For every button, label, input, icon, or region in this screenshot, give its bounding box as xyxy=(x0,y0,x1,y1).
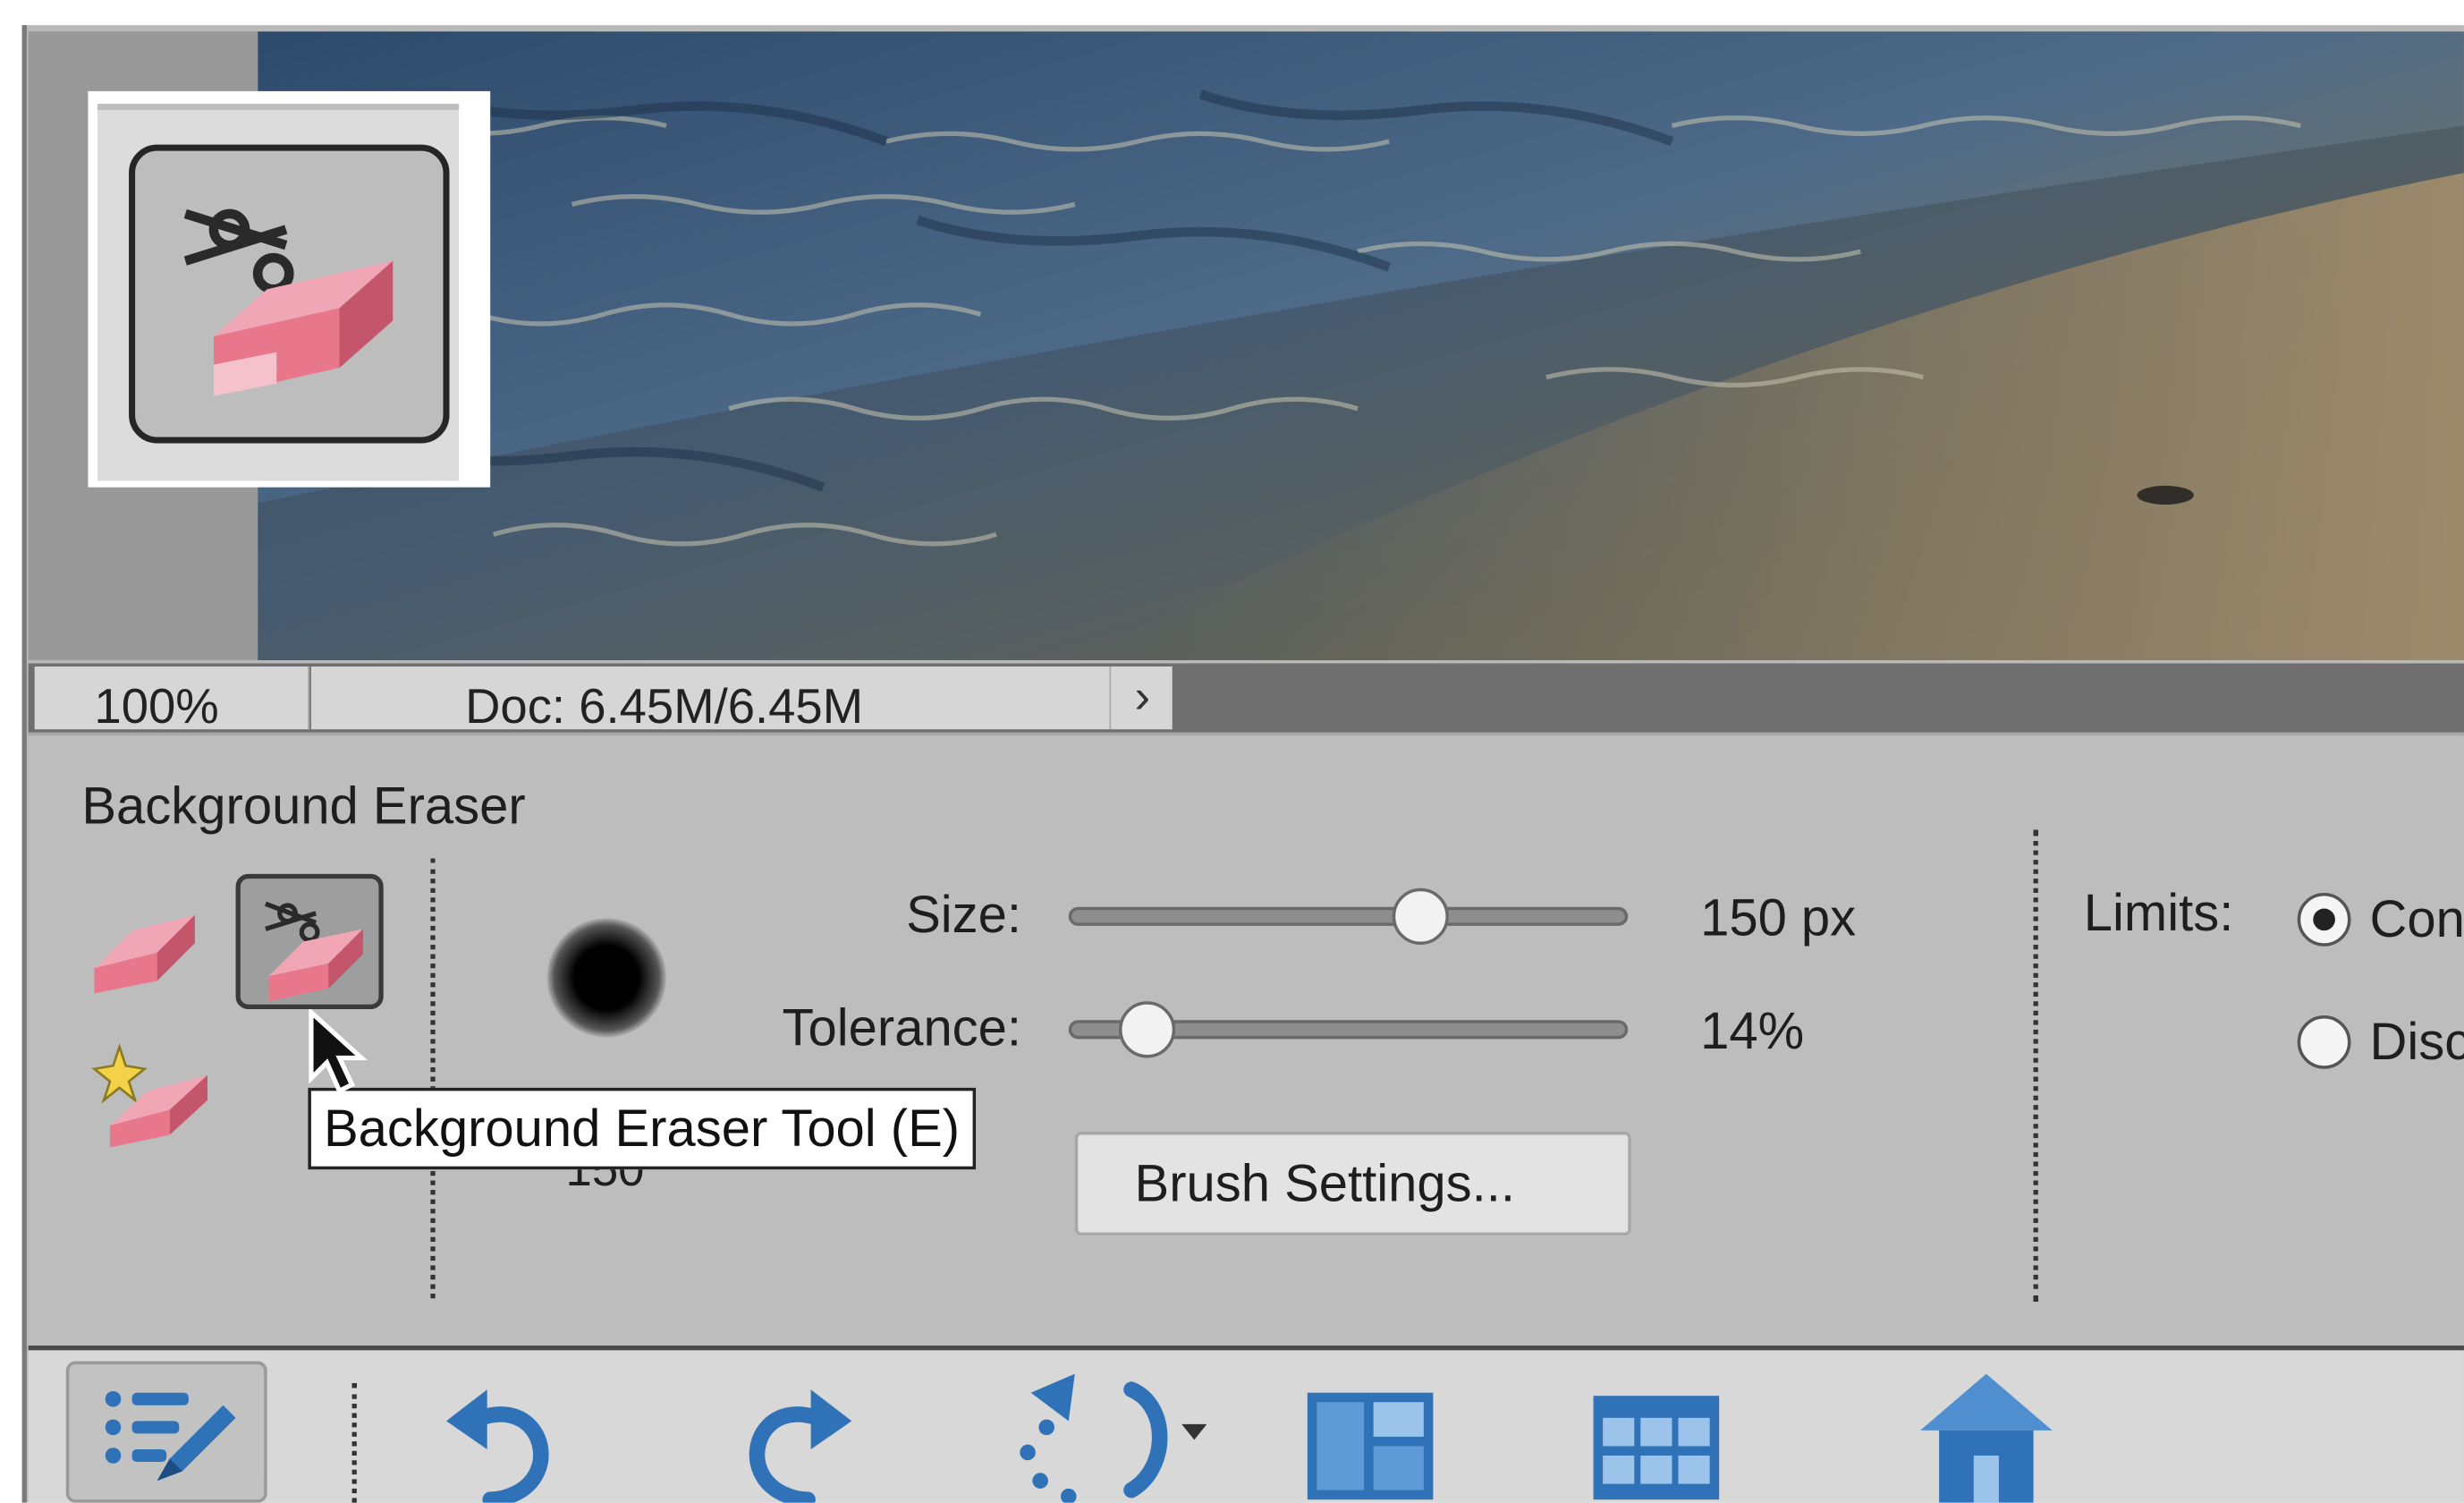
undo-icon[interactable] xyxy=(434,1374,566,1503)
tool-options-button[interactable] xyxy=(65,1361,267,1503)
tool-options-title: Background Eraser xyxy=(81,776,526,835)
tool-options-icon xyxy=(105,1390,236,1482)
limits-discontiguous-label[interactable]: Disc xyxy=(2370,1013,2464,1073)
organizer-icon[interactable] xyxy=(1590,1393,1723,1503)
brush-settings-button[interactable]: Brush Settings... xyxy=(1074,1132,1631,1236)
home-icon[interactable] xyxy=(1914,1368,2059,1503)
background-eraser-icon xyxy=(129,144,450,444)
doc-info-text: Doc: 6.45M/6.45M xyxy=(465,679,864,735)
divider xyxy=(351,1383,357,1503)
redo-icon[interactable] xyxy=(732,1374,865,1503)
limits-discontiguous-radio[interactable] xyxy=(2297,1015,2351,1069)
divider xyxy=(2033,829,2038,1302)
eraser-icon xyxy=(94,914,195,994)
photo-canvas[interactable] xyxy=(258,31,2464,660)
screenshot-scene: 100% Doc: 6.45M/6.45M › Background Erase… xyxy=(0,0,2464,1503)
zoom-field[interactable]: 100% xyxy=(34,666,310,735)
magic-eraser-icon xyxy=(91,1042,207,1148)
background-eraser-tool-button[interactable] xyxy=(235,873,384,1009)
tolerance-label: Tolerance: xyxy=(782,998,1022,1057)
limits-contiguous-label[interactable]: Con xyxy=(2370,889,2464,949)
limits-label: Limits: xyxy=(2083,883,2234,942)
mouse-pointer-icon xyxy=(309,1008,368,1094)
eraser-tool-button[interactable] xyxy=(88,903,201,997)
rotate-icon[interactable] xyxy=(1005,1368,1215,1503)
tolerance-value: 14% xyxy=(1700,1001,1805,1060)
bottom-taskbar xyxy=(28,1345,2464,1503)
magic-eraser-tool-button[interactable] xyxy=(88,1038,214,1148)
background-eraser-icon xyxy=(265,901,363,1002)
brush-preview[interactable] xyxy=(546,918,666,1038)
status-menu-arrow[interactable]: › xyxy=(1109,666,1173,730)
layout-icon[interactable] xyxy=(1304,1389,1436,1503)
size-label: Size: xyxy=(906,885,1022,944)
divider xyxy=(430,858,436,1299)
tool-tooltip: Background Eraser Tool (E) xyxy=(308,1087,976,1170)
limits-contiguous-radio[interactable] xyxy=(2297,892,2351,947)
zoom-value: 100% xyxy=(94,679,219,735)
tolerance-slider-thumb[interactable] xyxy=(1118,1001,1175,1058)
doc-info: Doc: 6.45M/6.45M xyxy=(310,666,1173,735)
size-value: 150 px xyxy=(1700,887,1857,947)
size-slider-thumb[interactable] xyxy=(1393,887,1450,945)
radio-selected-dot xyxy=(2313,908,2335,931)
size-slider-track[interactable] xyxy=(1068,906,1629,926)
